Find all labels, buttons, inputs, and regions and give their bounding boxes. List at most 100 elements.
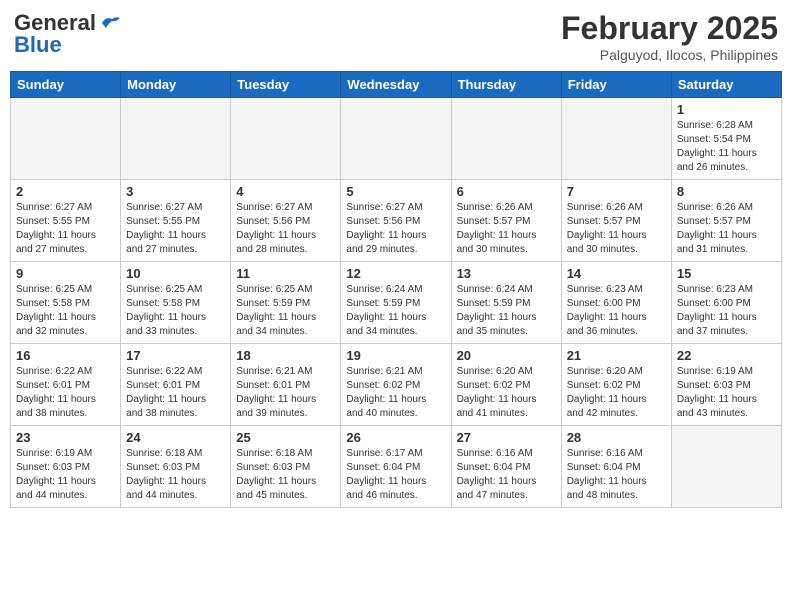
day-number: 1 bbox=[677, 102, 776, 117]
day-info: Sunrise: 6:23 AM Sunset: 6:00 PM Dayligh… bbox=[567, 284, 647, 337]
day-info: Sunrise: 6:26 AM Sunset: 5:57 PM Dayligh… bbox=[567, 202, 647, 255]
day-number: 24 bbox=[126, 430, 225, 445]
calendar-cell bbox=[231, 98, 341, 180]
day-info: Sunrise: 6:24 AM Sunset: 5:59 PM Dayligh… bbox=[346, 284, 426, 337]
day-number: 11 bbox=[236, 266, 335, 281]
calendar-header-row: SundayMondayTuesdayWednesdayThursdayFrid… bbox=[11, 72, 782, 98]
calendar-week-row: 16 Sunrise: 6:22 AM Sunset: 6:01 PM Dayli… bbox=[11, 344, 782, 426]
day-info: Sunrise: 6:22 AM Sunset: 6:01 PM Dayligh… bbox=[16, 366, 96, 419]
day-of-week-header: Saturday bbox=[671, 72, 781, 98]
calendar-cell: 25 Sunrise: 6:18 AM Sunset: 6:03 PM Dayli… bbox=[231, 426, 341, 508]
day-of-week-header: Tuesday bbox=[231, 72, 341, 98]
calendar-cell: 27 Sunrise: 6:16 AM Sunset: 6:04 PM Dayli… bbox=[451, 426, 561, 508]
day-info: Sunrise: 6:27 AM Sunset: 5:55 PM Dayligh… bbox=[16, 202, 96, 255]
calendar-week-row: 1 Sunrise: 6:28 AM Sunset: 5:54 PM Daylig… bbox=[11, 98, 782, 180]
calendar-cell: 9 Sunrise: 6:25 AM Sunset: 5:58 PM Daylig… bbox=[11, 262, 121, 344]
day-number: 25 bbox=[236, 430, 335, 445]
calendar-cell: 2Sunrise: 6:27 AM Sunset: 5:55 PM Daylig… bbox=[11, 180, 121, 262]
month-title: February 2025 bbox=[561, 10, 778, 47]
day-of-week-header: Monday bbox=[121, 72, 231, 98]
day-info: Sunrise: 6:21 AM Sunset: 6:02 PM Dayligh… bbox=[346, 366, 426, 419]
day-number: 3 bbox=[126, 184, 225, 199]
calendar-cell: 19 Sunrise: 6:21 AM Sunset: 6:02 PM Dayli… bbox=[341, 344, 451, 426]
day-info: Sunrise: 6:24 AM Sunset: 5:59 PM Dayligh… bbox=[457, 284, 537, 337]
location-title: Palguyod, Ilocos, Philippines bbox=[561, 47, 778, 63]
day-info: Sunrise: 6:21 AM Sunset: 6:01 PM Dayligh… bbox=[236, 366, 316, 419]
day-number: 13 bbox=[457, 266, 556, 281]
calendar-cell: 16 Sunrise: 6:22 AM Sunset: 6:01 PM Dayli… bbox=[11, 344, 121, 426]
day-number: 5 bbox=[346, 184, 445, 199]
calendar-cell: 13 Sunrise: 6:24 AM Sunset: 5:59 PM Dayli… bbox=[451, 262, 561, 344]
day-info: Sunrise: 6:16 AM Sunset: 6:04 PM Dayligh… bbox=[567, 448, 647, 501]
day-info: Sunrise: 6:17 AM Sunset: 6:04 PM Dayligh… bbox=[346, 448, 426, 501]
calendar-cell bbox=[561, 98, 671, 180]
day-number: 28 bbox=[567, 430, 666, 445]
day-number: 19 bbox=[346, 348, 445, 363]
day-number: 20 bbox=[457, 348, 556, 363]
calendar-cell bbox=[11, 98, 121, 180]
day-number: 17 bbox=[126, 348, 225, 363]
day-info: Sunrise: 6:25 AM Sunset: 5:58 PM Dayligh… bbox=[16, 284, 96, 337]
day-number: 16 bbox=[16, 348, 115, 363]
calendar-cell: 8 Sunrise: 6:26 AM Sunset: 5:57 PM Daylig… bbox=[671, 180, 781, 262]
day-info: Sunrise: 6:25 AM Sunset: 5:58 PM Dayligh… bbox=[126, 284, 206, 337]
day-info: Sunrise: 6:27 AM Sunset: 5:56 PM Dayligh… bbox=[236, 202, 316, 255]
calendar-week-row: 2Sunrise: 6:27 AM Sunset: 5:55 PM Daylig… bbox=[11, 180, 782, 262]
day-number: 9 bbox=[16, 266, 115, 281]
calendar-cell bbox=[341, 98, 451, 180]
calendar-cell bbox=[671, 426, 781, 508]
day-number: 22 bbox=[677, 348, 776, 363]
day-info: Sunrise: 6:23 AM Sunset: 6:00 PM Dayligh… bbox=[677, 284, 757, 337]
calendar-cell: 4 Sunrise: 6:27 AM Sunset: 5:56 PM Daylig… bbox=[231, 180, 341, 262]
day-of-week-header: Sunday bbox=[11, 72, 121, 98]
day-number: 23 bbox=[16, 430, 115, 445]
calendar-cell: 28 Sunrise: 6:16 AM Sunset: 6:04 PM Dayli… bbox=[561, 426, 671, 508]
calendar-cell: 1 Sunrise: 6:28 AM Sunset: 5:54 PM Daylig… bbox=[671, 98, 781, 180]
day-number: 4 bbox=[236, 184, 335, 199]
logo-bird-icon bbox=[100, 14, 122, 32]
day-number: 26 bbox=[346, 430, 445, 445]
day-info: Sunrise: 6:27 AM Sunset: 5:56 PM Dayligh… bbox=[346, 202, 426, 255]
calendar-cell bbox=[121, 98, 231, 180]
calendar-cell: 24Sunrise: 6:18 AM Sunset: 6:03 PM Dayli… bbox=[121, 426, 231, 508]
day-number: 18 bbox=[236, 348, 335, 363]
day-of-week-header: Thursday bbox=[451, 72, 561, 98]
day-number: 6 bbox=[457, 184, 556, 199]
day-info: Sunrise: 6:27 AM Sunset: 5:55 PM Dayligh… bbox=[126, 202, 206, 255]
calendar-cell: 7 Sunrise: 6:26 AM Sunset: 5:57 PM Daylig… bbox=[561, 180, 671, 262]
calendar-cell: 12 Sunrise: 6:24 AM Sunset: 5:59 PM Dayli… bbox=[341, 262, 451, 344]
calendar-cell: 23 Sunrise: 6:19 AM Sunset: 6:03 PM Dayli… bbox=[11, 426, 121, 508]
day-info: Sunrise: 6:28 AM Sunset: 5:54 PM Dayligh… bbox=[677, 120, 757, 173]
calendar-week-row: 23 Sunrise: 6:19 AM Sunset: 6:03 PM Dayli… bbox=[11, 426, 782, 508]
logo: General Blue bbox=[14, 10, 122, 58]
day-of-week-header: Wednesday bbox=[341, 72, 451, 98]
calendar-cell: 10 Sunrise: 6:25 AM Sunset: 5:58 PM Dayli… bbox=[121, 262, 231, 344]
day-number: 10 bbox=[126, 266, 225, 281]
logo-blue-text: Blue bbox=[14, 32, 62, 58]
calendar-cell: 5 Sunrise: 6:27 AM Sunset: 5:56 PM Daylig… bbox=[341, 180, 451, 262]
day-info: Sunrise: 6:20 AM Sunset: 6:02 PM Dayligh… bbox=[457, 366, 537, 419]
calendar-cell: 6 Sunrise: 6:26 AM Sunset: 5:57 PM Daylig… bbox=[451, 180, 561, 262]
calendar-cell: 26 Sunrise: 6:17 AM Sunset: 6:04 PM Dayli… bbox=[341, 426, 451, 508]
calendar-table: SundayMondayTuesdayWednesdayThursdayFrid… bbox=[10, 71, 782, 508]
day-number: 14 bbox=[567, 266, 666, 281]
day-info: Sunrise: 6:26 AM Sunset: 5:57 PM Dayligh… bbox=[457, 202, 537, 255]
day-info: Sunrise: 6:16 AM Sunset: 6:04 PM Dayligh… bbox=[457, 448, 537, 501]
calendar-cell: 15Sunrise: 6:23 AM Sunset: 6:00 PM Dayli… bbox=[671, 262, 781, 344]
calendar-cell: 14 Sunrise: 6:23 AM Sunset: 6:00 PM Dayli… bbox=[561, 262, 671, 344]
calendar-cell: 21Sunrise: 6:20 AM Sunset: 6:02 PM Dayli… bbox=[561, 344, 671, 426]
calendar-week-row: 9 Sunrise: 6:25 AM Sunset: 5:58 PM Daylig… bbox=[11, 262, 782, 344]
day-info: Sunrise: 6:19 AM Sunset: 6:03 PM Dayligh… bbox=[677, 366, 757, 419]
day-number: 8 bbox=[677, 184, 776, 199]
day-info: Sunrise: 6:26 AM Sunset: 5:57 PM Dayligh… bbox=[677, 202, 757, 255]
day-of-week-header: Friday bbox=[561, 72, 671, 98]
title-block: February 2025 Palguyod, Ilocos, Philippi… bbox=[561, 10, 778, 63]
day-info: Sunrise: 6:18 AM Sunset: 6:03 PM Dayligh… bbox=[236, 448, 316, 501]
calendar-cell: 3 Sunrise: 6:27 AM Sunset: 5:55 PM Daylig… bbox=[121, 180, 231, 262]
day-number: 12 bbox=[346, 266, 445, 281]
day-info: Sunrise: 6:19 AM Sunset: 6:03 PM Dayligh… bbox=[16, 448, 96, 501]
day-number: 27 bbox=[457, 430, 556, 445]
calendar-cell: 17Sunrise: 6:22 AM Sunset: 6:01 PM Dayli… bbox=[121, 344, 231, 426]
day-number: 7 bbox=[567, 184, 666, 199]
calendar-cell: 20 Sunrise: 6:20 AM Sunset: 6:02 PM Dayli… bbox=[451, 344, 561, 426]
